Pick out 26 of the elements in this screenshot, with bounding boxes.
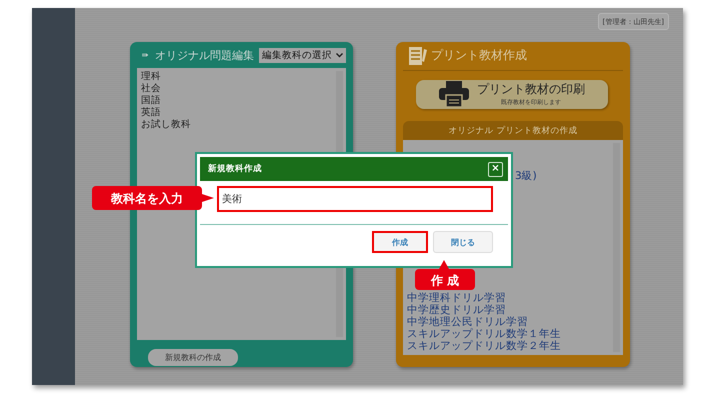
document-icon	[408, 46, 428, 66]
dialog-button[interactable]: 閉じる	[433, 231, 493, 253]
close-button[interactable]: ×	[488, 162, 503, 176]
dialog-button[interactable]: 作成	[372, 231, 428, 253]
material-item[interactable]: 中学地理公民ドリル学習	[407, 316, 611, 328]
section-title: オリジナル プリント教材の作成	[448, 124, 578, 138]
subject-item[interactable]: 国語	[141, 95, 334, 107]
new-subject-button[interactable]: 新規教科の作成	[148, 349, 238, 366]
chevron-down-icon	[336, 52, 343, 58]
material-item[interactable]: 3級)	[515, 170, 611, 182]
panel-title: オリジナル問題編集	[155, 48, 254, 62]
material-item[interactable]: 中学歴史ドリル学習	[407, 304, 611, 316]
subject-item[interactable]: お試し教科	[141, 119, 334, 131]
material-item[interactable]: スキルアップドリル数学２年生	[407, 340, 611, 352]
subject-select[interactable]: 編集教科の選択	[259, 48, 346, 62]
callout-label: 教科名を入力	[92, 186, 214, 210]
subject-item[interactable]: 英語	[141, 107, 334, 119]
subject-item[interactable]: 社会	[141, 83, 334, 95]
material-item[interactable]: スキルアップドリル数学１年生	[407, 328, 611, 340]
callout-label: 作 成	[415, 260, 475, 290]
printer-icon	[439, 81, 469, 108]
dialog-title: 新規教科作成	[208, 163, 262, 175]
subject-name-field[interactable]: 美術	[217, 186, 493, 212]
panel-title: プリント教材作成	[431, 47, 527, 64]
material-item[interactable]: 中学理科ドリル学習	[407, 292, 611, 304]
subject-item[interactable]: 理科	[141, 71, 334, 83]
